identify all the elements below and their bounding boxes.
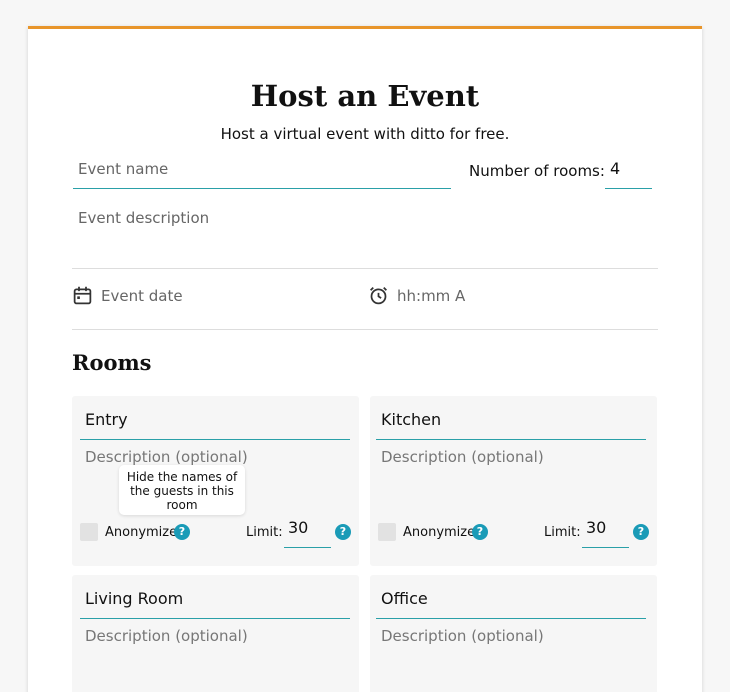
anonymize-help-icon[interactable]: ? bbox=[472, 524, 488, 540]
page-title: Host an Event bbox=[250, 79, 480, 113]
event-description-input[interactable]: Event description bbox=[78, 209, 209, 227]
limit-input[interactable]: 30 bbox=[582, 514, 629, 548]
divider bbox=[72, 329, 658, 330]
limit-help-icon[interactable]: ? bbox=[335, 524, 351, 540]
limit-input[interactable]: 30 bbox=[284, 514, 331, 548]
page-subtitle: Host a virtual event with ditto for free… bbox=[220, 125, 510, 143]
alarm-clock-icon bbox=[370, 287, 387, 305]
room-name-input[interactable]: Entry bbox=[80, 410, 350, 440]
anonymize-checkbox[interactable] bbox=[378, 523, 396, 541]
host-event-card: Host an Event Host a virtual event with … bbox=[28, 26, 702, 692]
room-description-input[interactable]: Description (optional) bbox=[85, 627, 248, 645]
room-name-input[interactable]: Living Room bbox=[80, 589, 350, 619]
anonymize-checkbox[interactable] bbox=[80, 523, 98, 541]
event-name-placeholder: Event name bbox=[78, 160, 169, 178]
room-footer: Anonymize ? Limit: 30 ? bbox=[378, 514, 658, 548]
event-date-field[interactable]: Event date bbox=[72, 285, 183, 306]
room-name-input[interactable]: Kitchen bbox=[376, 410, 646, 440]
anonymize-label: Anonymize bbox=[105, 525, 178, 540]
room-footer: Anonymize ? Limit: 30 ? bbox=[80, 514, 360, 548]
anonymize-help-icon[interactable]: ? bbox=[174, 524, 190, 540]
event-name-input[interactable]: Event name bbox=[73, 159, 451, 189]
room-description-input[interactable]: Description (optional) bbox=[85, 448, 248, 466]
room-name-input[interactable]: Office bbox=[376, 589, 646, 619]
event-time-field[interactable]: hh:mm A bbox=[368, 285, 465, 306]
divider bbox=[72, 268, 658, 269]
limit-help-icon[interactable]: ? bbox=[633, 524, 649, 540]
anonymize-tooltip: Hide the names of the guests in this roo… bbox=[119, 465, 245, 515]
limit-label: Limit: bbox=[544, 525, 581, 540]
rooms-count-input[interactable]: 4 bbox=[605, 159, 652, 189]
rooms-count-label: Number of rooms: bbox=[469, 162, 605, 180]
room-description-input[interactable]: Description (optional) bbox=[381, 448, 544, 466]
room-card-office: Office Description (optional) bbox=[370, 575, 657, 692]
rooms-heading: Rooms bbox=[72, 350, 152, 375]
room-card-kitchen: Kitchen Description (optional) Anonymize… bbox=[370, 396, 657, 566]
limit-label: Limit: bbox=[246, 525, 283, 540]
event-date-placeholder: Event date bbox=[101, 286, 183, 305]
room-description-input[interactable]: Description (optional) bbox=[381, 627, 544, 645]
anonymize-label: Anonymize bbox=[403, 525, 476, 540]
room-card-living-room: Living Room Description (optional) bbox=[72, 575, 359, 692]
event-time-placeholder: hh:mm A bbox=[397, 286, 466, 305]
calendar-icon bbox=[73, 286, 92, 305]
